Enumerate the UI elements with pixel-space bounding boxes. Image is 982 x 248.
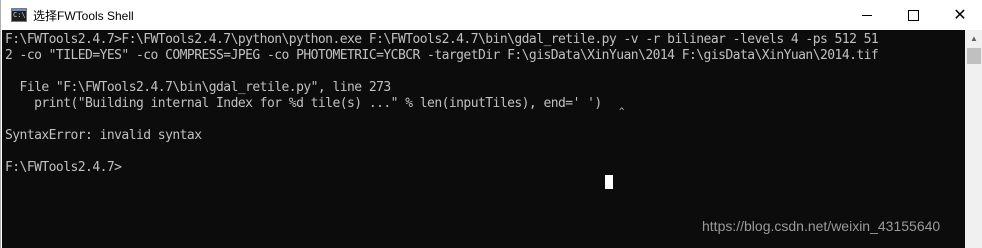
maximize-button[interactable]	[890, 0, 936, 30]
watermark: https://blog.csdn.net/weixin_43155640	[702, 218, 941, 234]
console-line-file: File "F:\FWTools2.4.7\bin\gdal_retile.py…	[5, 80, 392, 95]
minimize-button[interactable]	[844, 0, 890, 30]
error-caret: ^	[619, 107, 625, 117]
window-title: 选择FWTools Shell	[33, 9, 134, 23]
console-prompt: F:\FWTools2.4.7>	[5, 160, 122, 175]
maximize-icon	[907, 9, 919, 21]
scroll-thumb[interactable]	[967, 48, 981, 64]
console-output[interactable]: F:\FWTools2.4.7>F:\FWTools2.4.7\python\p…	[2, 30, 965, 248]
vertical-scrollbar[interactable]: ▲	[965, 30, 982, 248]
console-line-code: print("Building internal Index for %d ti…	[5, 96, 602, 111]
close-icon: ✕	[953, 5, 967, 24]
console-icon[interactable]: C:\	[11, 8, 27, 22]
close-button[interactable]: ✕	[937, 0, 982, 30]
minimize-icon	[862, 14, 872, 16]
console-line-command-wrap: 2 -co "TILED=YES" -co COMPRESS=JPEG -co …	[5, 48, 879, 63]
console-window: C:\ 选择FWTools Shell ✕ F:\FWTools2.4.7>F:…	[0, 0, 982, 248]
title-bar[interactable]: C:\ 选择FWTools Shell ✕	[1, 0, 982, 30]
scroll-up-arrow-icon[interactable]: ▲	[965, 30, 982, 47]
console-line-error: SyntaxError: invalid syntax	[5, 128, 202, 143]
text-cursor	[605, 175, 613, 189]
console-line-command: F:\FWTools2.4.7>F:\FWTools2.4.7\python\p…	[5, 32, 879, 47]
